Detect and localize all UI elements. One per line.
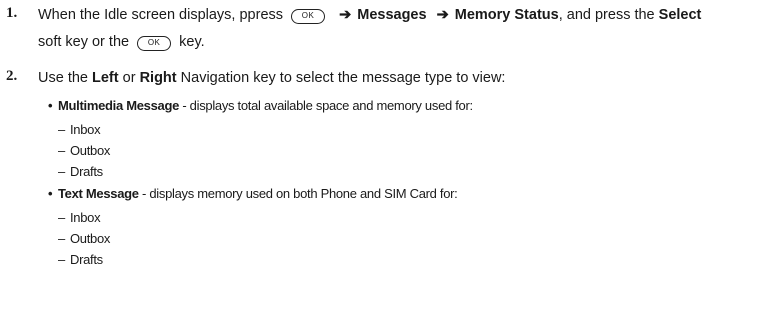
bullet-title: Text Message <box>58 186 139 201</box>
step-1-text: When the Idle screen displays, ppress <box>38 7 284 23</box>
dash-icon: – <box>58 143 65 158</box>
list-item-label: Inbox <box>70 122 101 137</box>
arrow-icon: ➔ <box>339 7 352 23</box>
ok-key-icon: OK <box>291 8 326 24</box>
ok-key-icon: OK <box>137 35 172 51</box>
step-1-text: key. <box>179 34 205 50</box>
list-item: – Inbox <box>58 209 101 227</box>
step-2-text: Navigation key to select the message typ… <box>180 70 506 86</box>
left-key-label: Left <box>92 70 119 86</box>
list-item-label: Outbox <box>70 231 111 246</box>
list-item-label: Drafts <box>70 164 103 179</box>
list-item-label: Drafts <box>70 252 103 267</box>
list-item-label: Inbox <box>70 210 101 225</box>
menu-memory-status: Memory Status <box>454 7 559 23</box>
bullet-text-message: • Text Message - displays memory used on … <box>48 185 458 203</box>
step-number: 1. <box>6 5 18 21</box>
bullet-description: - displays memory used on both Phone and… <box>138 186 458 201</box>
step-2-line: Use the Left or Right Navigation key to … <box>38 65 779 91</box>
step-1-line-2: soft key or the OK key. <box>38 29 779 55</box>
bullet-dot-icon: • <box>48 186 53 201</box>
bullet-multimedia-message: • Multimedia Message - displays total ava… <box>48 97 473 115</box>
list-item-label: Outbox <box>70 143 111 158</box>
step-2-text: Use the <box>38 70 88 86</box>
select-softkey-label: Select <box>658 7 702 23</box>
arrow-icon: ➔ <box>436 7 449 23</box>
step-2-text: or <box>122 70 136 86</box>
step-1-text: , and press the <box>558 7 655 23</box>
list-item: – Outbox <box>58 230 110 248</box>
dash-icon: – <box>58 122 65 137</box>
bullet-title: Multimedia Message <box>58 98 180 113</box>
list-item: – Drafts <box>58 163 103 181</box>
bullet-description: - displays total available space and mem… <box>179 98 473 113</box>
dash-icon: – <box>58 210 65 225</box>
list-item: – Outbox <box>58 142 110 160</box>
dash-icon: – <box>58 231 65 246</box>
right-key-label: Right <box>139 70 177 86</box>
list-item: – Drafts <box>58 251 103 269</box>
bullet-dot-icon: • <box>48 98 53 113</box>
list-item: – Inbox <box>58 121 101 139</box>
step-number: 2. <box>6 68 18 84</box>
step-1-line-1: When the Idle screen displays, ppress OK… <box>38 2 779 28</box>
dash-icon: – <box>58 252 65 267</box>
menu-messages: Messages <box>357 7 427 23</box>
step-1-text: soft key or the <box>38 34 130 50</box>
dash-icon: – <box>58 164 65 179</box>
